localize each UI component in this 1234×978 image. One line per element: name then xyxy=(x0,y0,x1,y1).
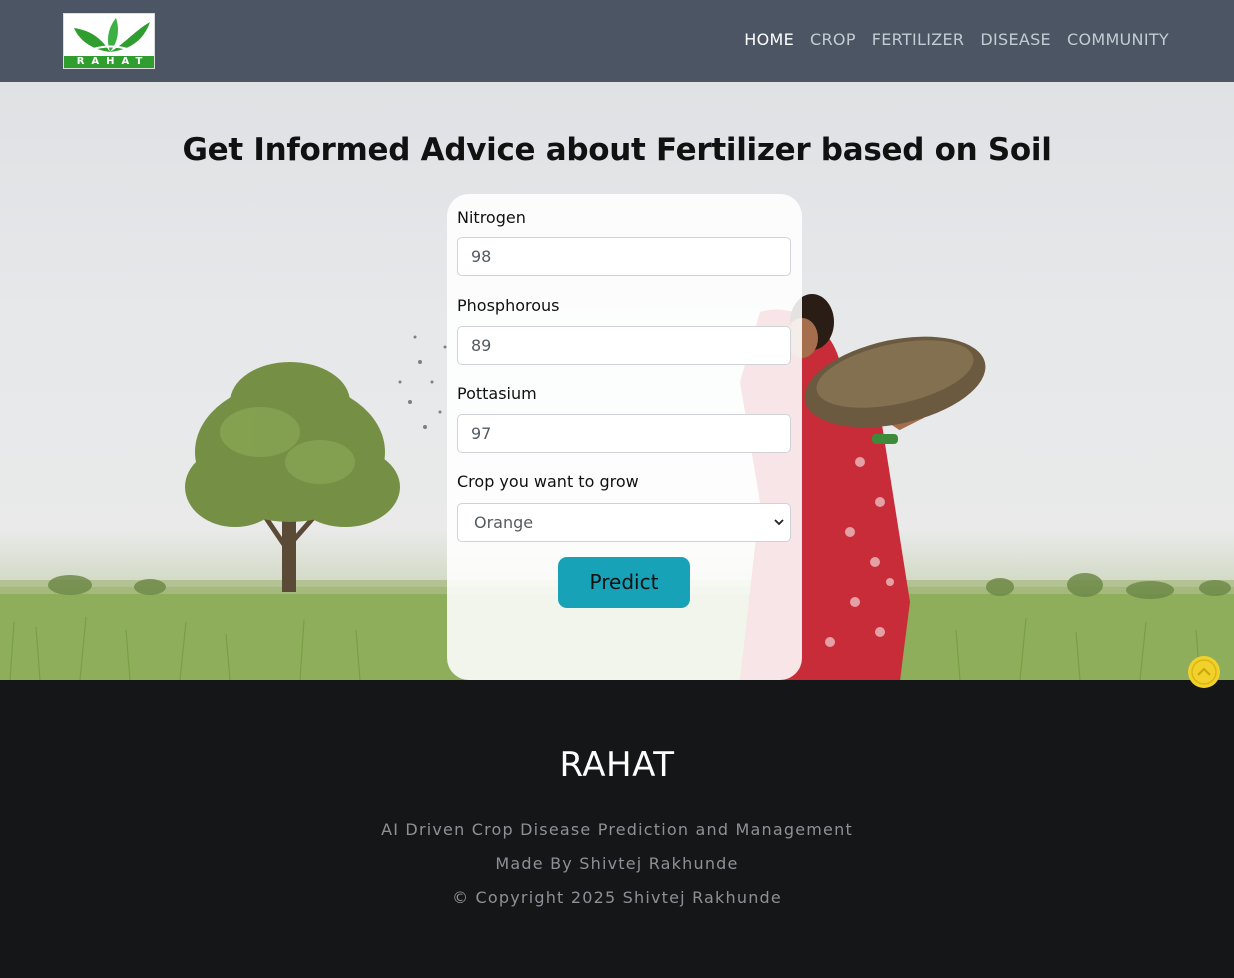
phosphorous-input[interactable]: 89 xyxy=(457,326,791,365)
hero-section: Get Informed Advice about Fertilizer bas… xyxy=(0,82,1234,680)
crop-select-label: Crop you want to grow xyxy=(457,472,639,491)
logo-wordmark: RAHAT xyxy=(64,56,154,68)
phosphorous-label: Phosphorous xyxy=(457,296,560,315)
nav-crop[interactable]: CROP xyxy=(802,30,864,50)
nitrogen-input[interactable]: 98 xyxy=(457,237,791,276)
site-header: RAHAT HOME CROP FERTILIZER DISEASE COMMU… xyxy=(0,0,1234,82)
main-nav: HOME CROP FERTILIZER DISEASE COMMUNITY xyxy=(736,30,1177,50)
footer-made-by: Made By Shivtej Rakhunde xyxy=(495,854,739,873)
footer-copyright: © Copyright 2025 Shivtej Rakhunde xyxy=(452,888,782,907)
crop-select-value: Orange xyxy=(474,513,534,532)
predict-button[interactable]: Predict xyxy=(558,557,690,608)
crop-select[interactable]: Orange xyxy=(457,503,791,542)
pottasium-label: Pottasium xyxy=(457,384,537,403)
nav-fertilizer[interactable]: FERTILIZER xyxy=(864,30,973,50)
pottasium-input[interactable]: 97 xyxy=(457,414,791,453)
nav-home[interactable]: HOME xyxy=(736,30,802,50)
chevron-down-icon xyxy=(774,519,784,526)
leaf-logo-icon xyxy=(74,18,150,55)
site-logo[interactable]: RAHAT xyxy=(63,13,155,69)
fertilizer-form: Nitrogen 98 Phosphorous 89 Pottasium 97 … xyxy=(447,194,802,680)
page-title: Get Informed Advice about Fertilizer bas… xyxy=(182,132,1052,168)
nav-disease[interactable]: DISEASE xyxy=(972,30,1059,50)
footer-brand: RAHAT xyxy=(559,745,675,785)
scroll-top-button[interactable] xyxy=(1188,656,1220,688)
nav-community[interactable]: COMMUNITY xyxy=(1059,30,1177,50)
site-footer: RAHAT AI Driven Crop Disease Prediction … xyxy=(0,680,1234,978)
footer-tagline: AI Driven Crop Disease Prediction and Ma… xyxy=(381,820,853,839)
nitrogen-label: Nitrogen xyxy=(457,208,526,227)
chevron-up-icon xyxy=(1191,659,1217,685)
